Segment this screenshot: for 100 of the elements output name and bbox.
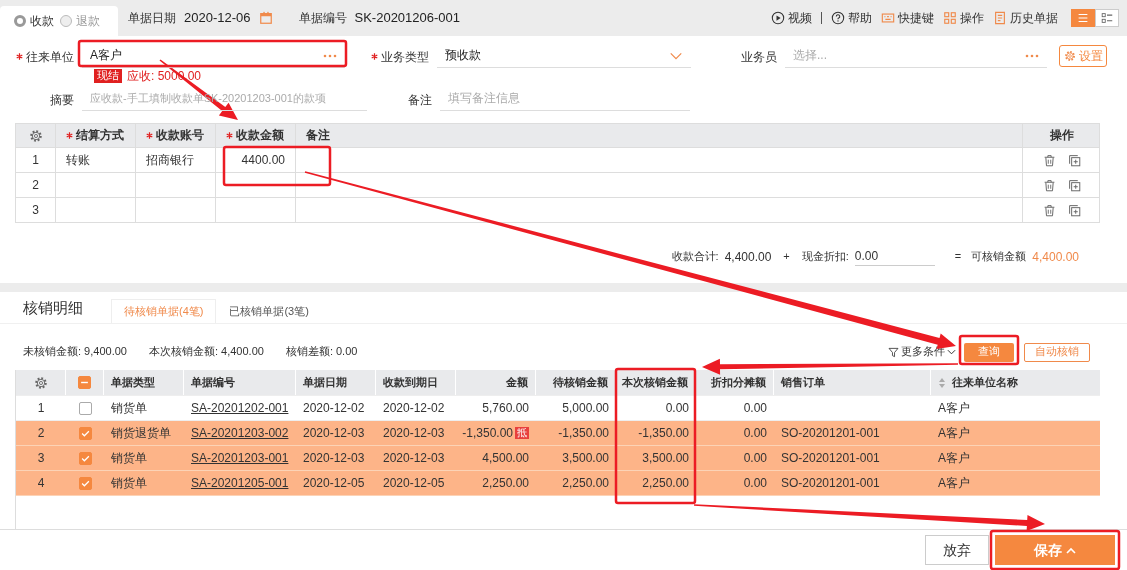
summary-text: 未核销金额: 9,400.00 bbox=[23, 345, 127, 359]
row-number: 4 bbox=[37, 475, 45, 491]
field-label: 单据日期 bbox=[128, 10, 176, 26]
table-cell: 销货单 bbox=[111, 475, 147, 491]
table-cell: 4400.00 bbox=[241, 152, 285, 168]
checkbox[interactable] bbox=[78, 401, 92, 415]
table-cell: -1,350.00 bbox=[558, 425, 609, 441]
table-cell: 0.00 bbox=[743, 400, 767, 416]
radio-label: 退款 bbox=[76, 13, 100, 29]
table-cell: 2020-12-02 bbox=[383, 400, 445, 416]
checkbox[interactable] bbox=[78, 426, 92, 440]
checkbox[interactable] bbox=[78, 451, 92, 465]
row-number: 2 bbox=[37, 425, 45, 441]
total-label: 收款合计: bbox=[671, 250, 719, 264]
chevron-down-icon[interactable] bbox=[669, 50, 683, 61]
toolbar-link[interactable]: 视频 bbox=[771, 10, 812, 26]
field-label: 业务员 bbox=[741, 49, 777, 64]
delete-icon[interactable] bbox=[1043, 153, 1056, 167]
copy-icon[interactable] bbox=[1068, 203, 1081, 217]
chevron-down-icon bbox=[947, 349, 956, 355]
copy-icon[interactable] bbox=[1068, 153, 1081, 167]
copy-icon[interactable] bbox=[1068, 178, 1081, 192]
document-icon bbox=[993, 11, 1007, 25]
table-cell: SO-20201201-001 bbox=[781, 425, 880, 441]
table-cell: 3,500.00 bbox=[642, 450, 689, 466]
check-icon bbox=[80, 428, 90, 438]
table-cell: -1,350.00 bbox=[462, 425, 513, 441]
column-header: 结算方式 bbox=[76, 128, 124, 143]
plus-sign: + bbox=[783, 250, 790, 264]
column-header: 待核销金额 bbox=[553, 375, 608, 390]
table-cell: 2020-12-03 bbox=[383, 425, 445, 441]
column-header: 往来单位名称 bbox=[952, 375, 1018, 390]
column-header: 单据日期 bbox=[303, 375, 347, 390]
table-cell: 2020-12-03 bbox=[303, 450, 365, 466]
table-cell: -1,350.00 bbox=[638, 425, 689, 441]
table-cell: 销货退货单 bbox=[111, 425, 171, 441]
checkbox[interactable] bbox=[78, 376, 91, 389]
more-icon[interactable] bbox=[323, 53, 337, 58]
grid-icon bbox=[943, 11, 957, 25]
view-toggle[interactable] bbox=[1095, 9, 1119, 27]
column-header: 收款账号 bbox=[156, 128, 204, 143]
table-cell: 3,500.00 bbox=[562, 450, 609, 466]
cancel-button[interactable]: 放弃 bbox=[925, 535, 989, 565]
calendar-icon[interactable] bbox=[258, 11, 273, 25]
radio-button[interactable] bbox=[60, 15, 72, 27]
table-cell: 销货单 bbox=[111, 450, 147, 466]
column-header: 金额 bbox=[506, 375, 528, 390]
caret-up-icon bbox=[1066, 546, 1076, 554]
toolbar-link[interactable]: 操作 bbox=[943, 10, 984, 26]
toolbar-link[interactable]: 帮助 bbox=[831, 10, 872, 26]
field-label: 业务类型 bbox=[381, 49, 429, 64]
radio-button[interactable] bbox=[14, 15, 26, 27]
table-cell: 2,250.00 bbox=[642, 475, 689, 491]
document-link[interactable]: SA-20201203-002 bbox=[191, 425, 289, 441]
column-header: 收款到期日 bbox=[383, 375, 438, 390]
input-field[interactable]: 预收款 bbox=[445, 48, 665, 63]
input-field[interactable]: 选择... bbox=[793, 48, 1021, 63]
field-label: 单据编号 bbox=[298, 10, 347, 26]
checkbox[interactable] bbox=[78, 476, 92, 490]
table-cell: 招商银行 bbox=[146, 152, 194, 168]
summary-text: 核销差额: 0.00 bbox=[285, 345, 358, 359]
toolbar-link[interactable]: 快捷键 bbox=[881, 10, 934, 26]
table-cell: SO-20201201-001 bbox=[781, 475, 880, 491]
column-header: 本次核销金额 bbox=[622, 375, 688, 390]
column-header: 收款金额 bbox=[236, 128, 284, 143]
tab[interactable]: 已核销单据(3笔) bbox=[216, 298, 322, 323]
check-icon bbox=[80, 478, 90, 488]
document-link[interactable]: SA-20201202-001 bbox=[191, 400, 289, 416]
table-cell: A客户 bbox=[938, 475, 970, 491]
total-label: 可核销金额 bbox=[971, 250, 1027, 264]
table-cell: 0.00 bbox=[743, 425, 767, 441]
table-cell: 2,250.00 bbox=[562, 475, 609, 491]
total-label: 现金折扣: bbox=[801, 250, 849, 264]
column-header: 单据类型 bbox=[111, 375, 155, 390]
settings-icon bbox=[33, 375, 48, 390]
table-cell: 0.00 bbox=[665, 400, 689, 416]
input-field[interactable]: A客户 bbox=[90, 48, 319, 63]
input-field[interactable]: 填写备注信息 bbox=[448, 91, 682, 106]
field-label: 摘要 bbox=[50, 92, 74, 107]
section-title: 核销明细 bbox=[23, 299, 83, 318]
more-icon[interactable] bbox=[1025, 53, 1039, 58]
sort-icon[interactable] bbox=[938, 376, 946, 389]
table-cell: 2020-12-02 bbox=[303, 400, 365, 416]
settings-icon bbox=[28, 128, 43, 143]
table-cell: 2020-12-03 bbox=[383, 450, 445, 466]
discount-field[interactable]: 0.00 bbox=[854, 247, 935, 267]
document-number: SK-20201206-001 bbox=[354, 10, 461, 26]
settings-icon bbox=[1063, 50, 1076, 62]
column-header: 折扣分摊额 bbox=[711, 375, 766, 390]
table-cell: A客户 bbox=[938, 450, 970, 466]
help-icon bbox=[831, 11, 845, 25]
delete-icon[interactable] bbox=[1043, 178, 1056, 192]
delete-icon[interactable] bbox=[1043, 203, 1056, 217]
table-cell: 销货单 bbox=[111, 400, 147, 416]
document-link[interactable]: SA-20201203-001 bbox=[191, 450, 289, 466]
toolbar-link[interactable]: 历史单据 bbox=[993, 10, 1058, 26]
view-toggle[interactable] bbox=[1071, 9, 1095, 27]
settlement-tag: 现结 bbox=[94, 69, 122, 83]
document-link[interactable]: SA-20201205-001 bbox=[191, 475, 289, 491]
column-header: 销售订单 bbox=[781, 375, 825, 390]
